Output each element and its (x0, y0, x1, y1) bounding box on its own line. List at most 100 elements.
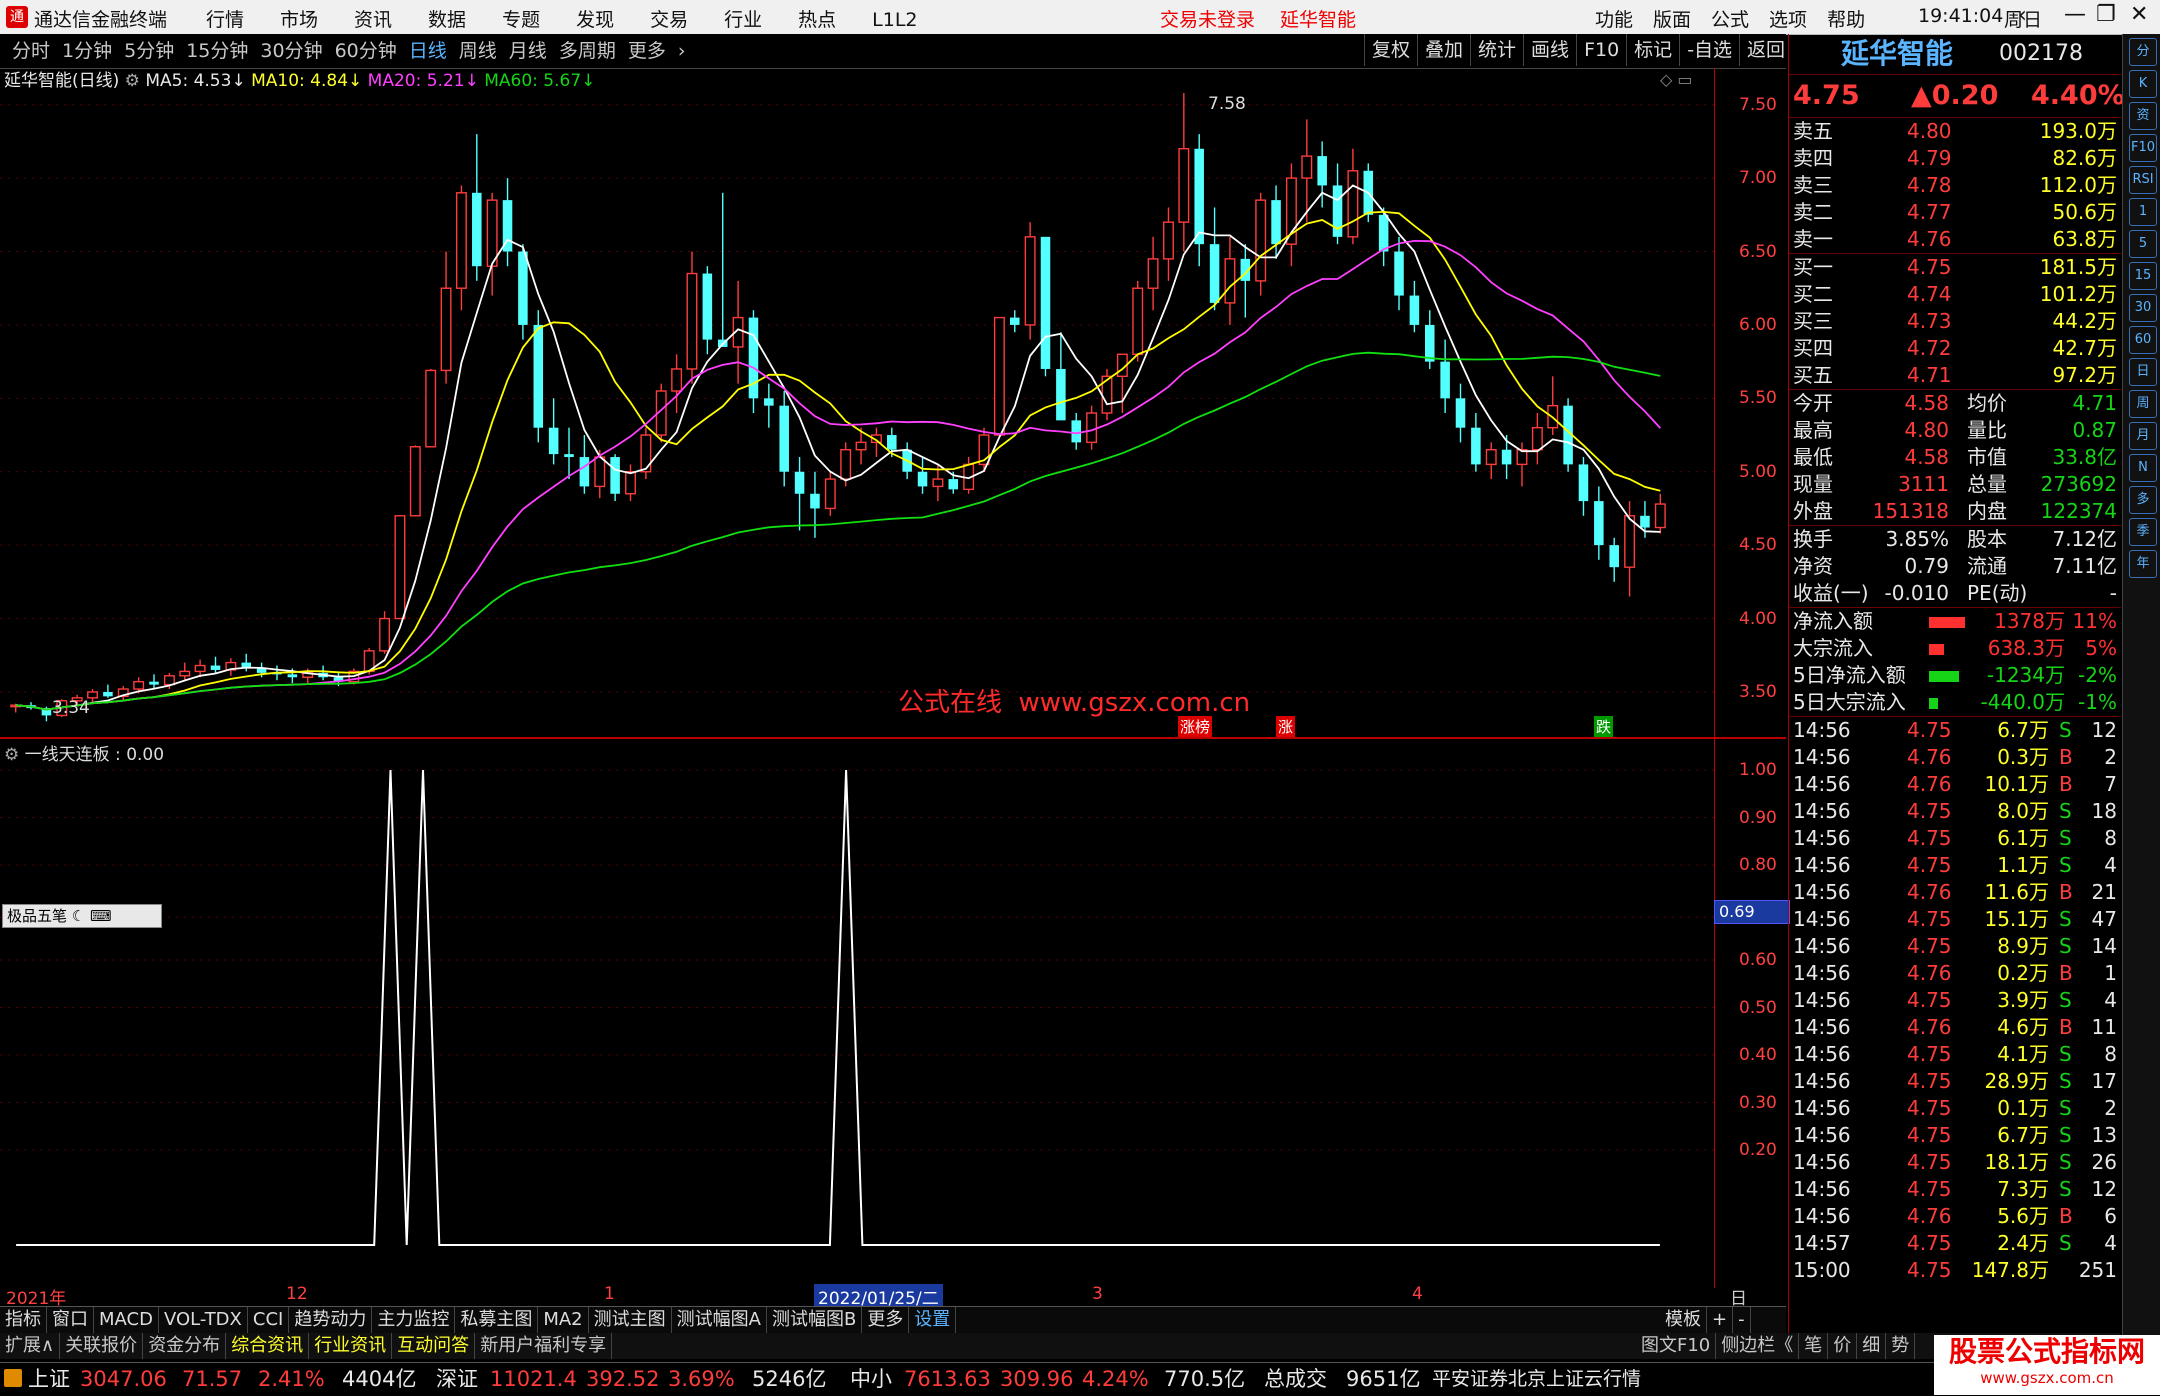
tool-button[interactable]: 复权 (1364, 34, 1417, 66)
period-tab[interactable]: 15分钟 (180, 34, 254, 68)
menu-item[interactable]: 资讯 (354, 5, 392, 32)
indicator-tab[interactable]: 指标 (0, 1307, 47, 1333)
side-tab[interactable]: 势 (1886, 1333, 1916, 1359)
indicator-tab[interactable]: MA2 (538, 1307, 589, 1333)
period-tab[interactable]: 多周期 (553, 34, 622, 68)
side-tool-button[interactable]: RSI (2129, 166, 2157, 194)
template-tab[interactable]: + (1707, 1307, 1734, 1333)
menu-item[interactable]: 热点 (798, 5, 836, 32)
extension-tab[interactable]: 关联报价 (60, 1333, 144, 1359)
period-tab[interactable]: 1分钟 (56, 34, 118, 68)
close-icon[interactable]: ✕ (2130, 2, 2148, 27)
side-tool-button[interactable]: 60 (2129, 326, 2157, 354)
side-tool-button[interactable]: 周 (2129, 390, 2157, 418)
period-tab-more[interactable]: 更多 (622, 34, 672, 68)
side-tool-button[interactable]: 年 (2129, 550, 2157, 578)
ime-toolbox[interactable]: 极品五笔 ☾ ⌨ (2, 904, 162, 928)
menu-item[interactable]: L1L2 (872, 9, 917, 31)
side-tab[interactable]: 笔 (1799, 1333, 1829, 1359)
indicator-tab[interactable]: 测试幅图A (672, 1307, 767, 1333)
indicator-tab[interactable]: 设置 (909, 1307, 957, 1333)
right-menu-item[interactable]: 帮助 (1827, 5, 1865, 32)
menu-item[interactable]: 交易 (650, 5, 688, 32)
indicator-tab[interactable]: 趋势动力 (289, 1307, 373, 1333)
tick-list[interactable]: 14:56 4.75 6.7万 S 12 14:56 4.76 0.3万 B 2 14:56 4.76… (1789, 716, 2121, 1284)
right-menu-item[interactable]: 功能 (1595, 5, 1633, 32)
sh-label[interactable]: 上证 (28, 1363, 70, 1396)
side-tool-button[interactable]: 5 (2129, 230, 2157, 258)
tool-button[interactable]: 标记 (1626, 34, 1679, 66)
side-tool-button[interactable]: N (2129, 454, 2157, 482)
side-tool-button[interactable]: 月 (2129, 422, 2157, 450)
side-tool-button[interactable]: 多 (2129, 486, 2157, 514)
indicator-tab[interactable]: 主力监控 (372, 1307, 456, 1333)
right-menu-item[interactable]: 版面 (1653, 5, 1691, 32)
extension-tab[interactable]: 行业资讯 (309, 1333, 393, 1359)
period-tab-active[interactable]: 日线 (403, 34, 453, 68)
keyboard-icon[interactable]: ⌨ (90, 907, 112, 925)
period-tab[interactable]: 分时 (6, 34, 56, 68)
template-tab[interactable]: - (1733, 1307, 1751, 1333)
side-tool-button[interactable]: 1 (2129, 198, 2157, 226)
candlestick-chart[interactable] (0, 68, 1714, 736)
side-tool-button[interactable]: F10 (2129, 134, 2157, 162)
status-icon[interactable] (4, 1369, 22, 1387)
indicator-tab[interactable]: 私募主图 (455, 1307, 539, 1333)
indicator-tab[interactable]: 更多 (862, 1307, 910, 1333)
period-tab[interactable]: 60分钟 (329, 34, 403, 68)
side-tool-button[interactable]: 15 (2129, 262, 2157, 290)
menu-item[interactable]: 发现 (576, 5, 614, 32)
indicator-tab[interactable]: 测试幅图B (767, 1307, 863, 1333)
tool-button[interactable]: 画线 (1523, 34, 1576, 66)
indicator-tab[interactable]: VOL-TDX (159, 1307, 248, 1333)
period-tab[interactable]: 30分钟 (254, 34, 328, 68)
side-tab[interactable]: 侧边栏《 (1716, 1333, 1800, 1359)
right-menu-item[interactable]: 选项 (1769, 5, 1807, 32)
side-tab[interactable]: 价 (1828, 1333, 1858, 1359)
tool-button[interactable]: 返回 (1739, 34, 1792, 66)
gear-icon[interactable]: ⚙ (125, 71, 140, 91)
menu-item[interactable]: 专题 (502, 5, 540, 32)
extension-tab[interactable]: 新用户福利专享 (475, 1333, 613, 1359)
side-tool-button[interactable]: 季 (2129, 518, 2157, 546)
sz-label[interactable]: 深证 (436, 1363, 478, 1396)
period-tab[interactable]: 周线 (453, 34, 503, 68)
tool-button[interactable]: 叠加 (1417, 34, 1470, 66)
login-notice[interactable]: 交易未登录 (1160, 5, 1255, 32)
period-tab[interactable]: 月线 (503, 34, 553, 68)
side-tool-button[interactable]: K (2129, 70, 2157, 98)
tool-button[interactable]: -自选 (1679, 34, 1739, 66)
template-tab[interactable]: 模板 (1660, 1307, 1707, 1333)
menu-item[interactable]: 数据 (428, 5, 466, 32)
indicator-tab[interactable]: CCI (248, 1307, 290, 1333)
side-tab[interactable]: 细 (1857, 1333, 1887, 1359)
tool-button[interactable]: 统计 (1470, 34, 1523, 66)
right-menu-item[interactable]: 公式 (1711, 5, 1749, 32)
zx-label[interactable]: 中小 (850, 1363, 892, 1396)
indicator-chart[interactable] (0, 740, 1714, 1285)
indicator-tab[interactable]: 测试主图 (589, 1307, 672, 1333)
menu-item[interactable]: 行情 (206, 5, 244, 32)
moon-icon[interactable]: ☾ (72, 907, 85, 925)
minimize-icon[interactable]: — (2064, 2, 2086, 27)
indicator-tab[interactable]: 窗口 (47, 1307, 94, 1333)
restore-icon[interactable]: ❐ (2096, 2, 2116, 27)
menu-item[interactable]: 行业 (724, 5, 762, 32)
extension-tab[interactable]: 资金分布 (143, 1333, 227, 1359)
side-tool-button[interactable]: 分 (2129, 38, 2157, 66)
extension-tab[interactable]: 综合资讯 (226, 1333, 310, 1359)
tool-button[interactable]: F10 (1576, 34, 1626, 66)
chart-corner-icons[interactable]: ◇ ▭ (1660, 70, 1693, 89)
extension-tab[interactable]: 扩展∧ (0, 1333, 61, 1359)
side-tab[interactable]: 图文F10 (1636, 1333, 1717, 1359)
side-tool-button[interactable]: 资 (2129, 102, 2157, 130)
extension-tab[interactable]: 互动问答 (392, 1333, 476, 1359)
indicator-tab[interactable]: MACD (94, 1307, 159, 1333)
period-tab[interactable]: 5分钟 (118, 34, 180, 68)
chevron-right-icon[interactable]: › (672, 34, 692, 68)
back-icon[interactable]: ‹ (2018, 3, 2027, 28)
side-tool-button[interactable]: 日 (2129, 358, 2157, 386)
side-tool-button[interactable]: 30 (2129, 294, 2157, 322)
menu-item[interactable]: 市场 (280, 5, 318, 32)
broker-name[interactable]: 平安证券北京上证云行情 (1432, 1363, 1641, 1396)
